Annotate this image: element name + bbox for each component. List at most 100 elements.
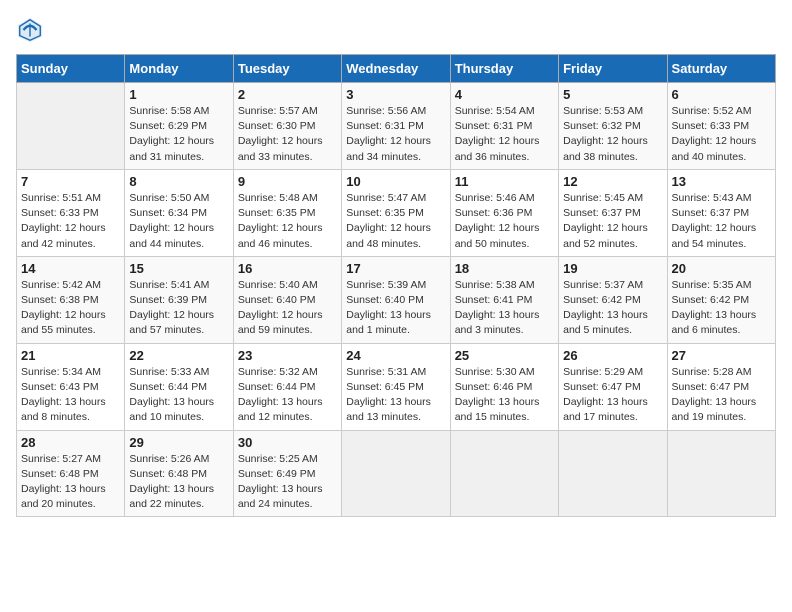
- day-number: 18: [455, 261, 554, 276]
- day-header-friday: Friday: [559, 55, 667, 83]
- day-number: 8: [129, 174, 228, 189]
- cell-info: Sunrise: 5:38 AMSunset: 6:41 PMDaylight:…: [455, 278, 554, 339]
- calendar-cell: 29 Sunrise: 5:26 AMSunset: 6:48 PMDayligh…: [125, 430, 233, 517]
- calendar-cell: 18 Sunrise: 5:38 AMSunset: 6:41 PMDayligh…: [450, 256, 558, 343]
- day-number: 9: [238, 174, 337, 189]
- cell-info: Sunrise: 5:37 AMSunset: 6:42 PMDaylight:…: [563, 278, 662, 339]
- cell-info: Sunrise: 5:35 AMSunset: 6:42 PMDaylight:…: [672, 278, 771, 339]
- day-header-tuesday: Tuesday: [233, 55, 341, 83]
- day-number: 25: [455, 348, 554, 363]
- cell-info: Sunrise: 5:52 AMSunset: 6:33 PMDaylight:…: [672, 104, 771, 165]
- cell-info: Sunrise: 5:56 AMSunset: 6:31 PMDaylight:…: [346, 104, 445, 165]
- calendar-cell: [450, 430, 558, 517]
- cell-info: Sunrise: 5:57 AMSunset: 6:30 PMDaylight:…: [238, 104, 337, 165]
- calendar-cell: 1 Sunrise: 5:58 AMSunset: 6:29 PMDaylight…: [125, 83, 233, 170]
- day-header-thursday: Thursday: [450, 55, 558, 83]
- page-header: [16, 16, 776, 44]
- calendar-cell: 13Sunrise: 5:43 AMSunset: 6:37 PMDayligh…: [667, 169, 775, 256]
- calendar-cell: 3 Sunrise: 5:56 AMSunset: 6:31 PMDaylight…: [342, 83, 450, 170]
- cell-info: Sunrise: 5:45 AMSunset: 6:37 PMDaylight:…: [563, 191, 662, 252]
- cell-info: Sunrise: 5:26 AMSunset: 6:48 PMDaylight:…: [129, 452, 228, 513]
- calendar-cell: 6 Sunrise: 5:52 AMSunset: 6:33 PMDaylight…: [667, 83, 775, 170]
- cell-info: Sunrise: 5:25 AMSunset: 6:49 PMDaylight:…: [238, 452, 337, 513]
- cell-info: Sunrise: 5:27 AMSunset: 6:48 PMDaylight:…: [21, 452, 120, 513]
- calendar-cell: 17 Sunrise: 5:39 AMSunset: 6:40 PMDayligh…: [342, 256, 450, 343]
- day-number: 21: [21, 348, 120, 363]
- calendar-cell: 24 Sunrise: 5:31 AMSunset: 6:45 PMDayligh…: [342, 343, 450, 430]
- day-number: 20: [672, 261, 771, 276]
- cell-info: Sunrise: 5:58 AMSunset: 6:29 PMDaylight:…: [129, 104, 228, 165]
- cell-info: Sunrise: 5:51 AMSunset: 6:33 PMDaylight:…: [21, 191, 120, 252]
- cell-info: Sunrise: 5:41 AMSunset: 6:39 PMDaylight:…: [129, 278, 228, 339]
- calendar-cell: [342, 430, 450, 517]
- day-number: 16: [238, 261, 337, 276]
- calendar-week-row: 7 Sunrise: 5:51 AMSunset: 6:33 PMDaylight…: [17, 169, 776, 256]
- day-number: 5: [563, 87, 662, 102]
- cell-info: Sunrise: 5:46 AMSunset: 6:36 PMDaylight:…: [455, 191, 554, 252]
- calendar-cell: 2 Sunrise: 5:57 AMSunset: 6:30 PMDaylight…: [233, 83, 341, 170]
- calendar-cell: 8 Sunrise: 5:50 AMSunset: 6:34 PMDaylight…: [125, 169, 233, 256]
- cell-info: Sunrise: 5:28 AMSunset: 6:47 PMDaylight:…: [672, 365, 771, 426]
- calendar-cell: 30 Sunrise: 5:25 AMSunset: 6:49 PMDayligh…: [233, 430, 341, 517]
- calendar-table: SundayMondayTuesdayWednesdayThursdayFrid…: [16, 54, 776, 517]
- calendar-week-row: 28 Sunrise: 5:27 AMSunset: 6:48 PMDayligh…: [17, 430, 776, 517]
- day-number: 12: [563, 174, 662, 189]
- calendar-cell: 7 Sunrise: 5:51 AMSunset: 6:33 PMDaylight…: [17, 169, 125, 256]
- calendar-cell: 25 Sunrise: 5:30 AMSunset: 6:46 PMDayligh…: [450, 343, 558, 430]
- day-number: 7: [21, 174, 120, 189]
- cell-info: Sunrise: 5:29 AMSunset: 6:47 PMDaylight:…: [563, 365, 662, 426]
- day-number: 15: [129, 261, 228, 276]
- day-header-sunday: Sunday: [17, 55, 125, 83]
- day-number: 28: [21, 435, 120, 450]
- logo: [16, 16, 48, 44]
- calendar-week-row: 1 Sunrise: 5:58 AMSunset: 6:29 PMDaylight…: [17, 83, 776, 170]
- calendar-week-row: 21 Sunrise: 5:34 AMSunset: 6:43 PMDayligh…: [17, 343, 776, 430]
- day-number: 23: [238, 348, 337, 363]
- day-number: 10: [346, 174, 445, 189]
- calendar-cell: 15 Sunrise: 5:41 AMSunset: 6:39 PMDayligh…: [125, 256, 233, 343]
- calendar-cell: 4 Sunrise: 5:54 AMSunset: 6:31 PMDaylight…: [450, 83, 558, 170]
- calendar-cell: 11Sunrise: 5:46 AMSunset: 6:36 PMDayligh…: [450, 169, 558, 256]
- day-number: 1: [129, 87, 228, 102]
- cell-info: Sunrise: 5:34 AMSunset: 6:43 PMDaylight:…: [21, 365, 120, 426]
- cell-info: Sunrise: 5:39 AMSunset: 6:40 PMDaylight:…: [346, 278, 445, 339]
- calendar-cell: 22 Sunrise: 5:33 AMSunset: 6:44 PMDayligh…: [125, 343, 233, 430]
- day-number: 30: [238, 435, 337, 450]
- day-number: 13: [672, 174, 771, 189]
- day-number: 22: [129, 348, 228, 363]
- day-number: 29: [129, 435, 228, 450]
- calendar-cell: 28 Sunrise: 5:27 AMSunset: 6:48 PMDayligh…: [17, 430, 125, 517]
- calendar-cell: 10 Sunrise: 5:47 AMSunset: 6:35 PMDayligh…: [342, 169, 450, 256]
- day-header-wednesday: Wednesday: [342, 55, 450, 83]
- calendar-cell: 27 Sunrise: 5:28 AMSunset: 6:47 PMDayligh…: [667, 343, 775, 430]
- day-number: 6: [672, 87, 771, 102]
- day-number: 24: [346, 348, 445, 363]
- day-number: 19: [563, 261, 662, 276]
- calendar-cell: 14Sunrise: 5:42 AMSunset: 6:38 PMDayligh…: [17, 256, 125, 343]
- day-number: 26: [563, 348, 662, 363]
- calendar-week-row: 14Sunrise: 5:42 AMSunset: 6:38 PMDayligh…: [17, 256, 776, 343]
- cell-info: Sunrise: 5:47 AMSunset: 6:35 PMDaylight:…: [346, 191, 445, 252]
- calendar-cell: 5 Sunrise: 5:53 AMSunset: 6:32 PMDaylight…: [559, 83, 667, 170]
- day-number: 2: [238, 87, 337, 102]
- calendar-cell: 19 Sunrise: 5:37 AMSunset: 6:42 PMDayligh…: [559, 256, 667, 343]
- day-header-saturday: Saturday: [667, 55, 775, 83]
- cell-info: Sunrise: 5:30 AMSunset: 6:46 PMDaylight:…: [455, 365, 554, 426]
- day-number: 14: [21, 261, 120, 276]
- calendar-cell: 21 Sunrise: 5:34 AMSunset: 6:43 PMDayligh…: [17, 343, 125, 430]
- cell-info: Sunrise: 5:50 AMSunset: 6:34 PMDaylight:…: [129, 191, 228, 252]
- cell-info: Sunrise: 5:32 AMSunset: 6:44 PMDaylight:…: [238, 365, 337, 426]
- day-number: 27: [672, 348, 771, 363]
- cell-info: Sunrise: 5:54 AMSunset: 6:31 PMDaylight:…: [455, 104, 554, 165]
- cell-info: Sunrise: 5:31 AMSunset: 6:45 PMDaylight:…: [346, 365, 445, 426]
- cell-info: Sunrise: 5:33 AMSunset: 6:44 PMDaylight:…: [129, 365, 228, 426]
- day-number: 4: [455, 87, 554, 102]
- calendar-cell: 26 Sunrise: 5:29 AMSunset: 6:47 PMDayligh…: [559, 343, 667, 430]
- day-number: 3: [346, 87, 445, 102]
- cell-info: Sunrise: 5:53 AMSunset: 6:32 PMDaylight:…: [563, 104, 662, 165]
- calendar-cell: 9Sunrise: 5:48 AMSunset: 6:35 PMDaylight…: [233, 169, 341, 256]
- calendar-cell: 16Sunrise: 5:40 AMSunset: 6:40 PMDayligh…: [233, 256, 341, 343]
- calendar-cell: [667, 430, 775, 517]
- calendar-cell: 12 Sunrise: 5:45 AMSunset: 6:37 PMDayligh…: [559, 169, 667, 256]
- day-number: 17: [346, 261, 445, 276]
